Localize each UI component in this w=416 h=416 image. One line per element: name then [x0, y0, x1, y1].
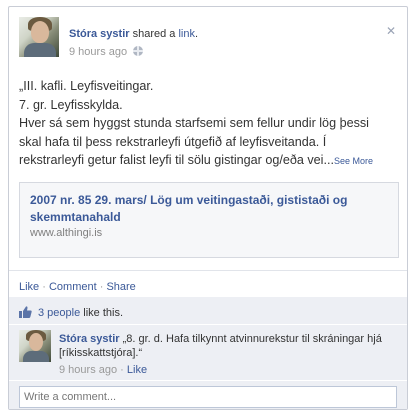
commenter-name-link[interactable]: Stóra systir [59, 333, 120, 345]
separator: · [39, 281, 49, 293]
likes-suffix: like this. [80, 307, 124, 319]
divider [9, 270, 407, 271]
message-line: rekstrarleyfi getur falist leyfi til söl… [19, 153, 374, 167]
attachment-title-link[interactable]: 2007 nr. 85 29. mars/ Lög um veitingasta… [30, 192, 380, 226]
likers-link[interactable]: 3 people [38, 307, 80, 319]
action-end: . [194, 28, 199, 40]
feedback-section: 3 people like this. Stóra systir „8. gr.… [9, 297, 407, 409]
story-card: Stóra systir shared a link. 9 hours ago … [8, 6, 408, 410]
thumbs-up-icon [19, 306, 32, 318]
comment-input[interactable] [20, 387, 396, 407]
divider [9, 324, 407, 325]
post-message: „III. kafli. Leyfisveitingar. 7. gr. Ley… [19, 77, 399, 171]
story-meta: 9 hours ago [69, 46, 144, 58]
author-name-link[interactable]: Stóra systir [69, 28, 130, 40]
comment-item: Stóra systir „8. gr. d. Hafa tilkynnt at… [19, 330, 397, 376]
author-avatar[interactable] [19, 17, 59, 57]
attachment-url: www.althingi.is [30, 227, 103, 239]
likes-summary: 3 people like this. [19, 306, 123, 322]
story-actions: Like · Comment · Share [19, 281, 136, 293]
close-icon[interactable]: ✕ [385, 25, 397, 37]
message-line: Hver sá sem hyggst stunda starfsemi sem … [19, 116, 369, 130]
share-button[interactable]: Share [106, 281, 135, 293]
story-header: Stóra systir shared a link. 9 hours ago … [19, 17, 397, 58]
globe-icon[interactable] [133, 46, 144, 56]
link-attachment[interactable]: 2007 nr. 85 29. mars/ Lög um veitingasta… [19, 182, 399, 258]
shared-link-link[interactable]: link [178, 28, 195, 40]
message-line: skal hafa til þess rekstrarleyfi útgefið… [19, 134, 327, 149]
comment-body: Stóra systir „8. gr. d. Hafa tilkynnt at… [59, 332, 399, 360]
comment-button[interactable]: Comment [49, 281, 97, 293]
comment-meta: 9 hours ago · Like [59, 364, 147, 376]
commenter-avatar[interactable] [19, 330, 51, 362]
like-button[interactable]: Like [19, 281, 39, 293]
comment-like-button[interactable]: Like [127, 364, 147, 376]
message-line: 7. gr. Leyfisskylda. [19, 97, 123, 112]
see-more-link[interactable]: See More [334, 156, 373, 166]
message-line: „III. kafli. Leyfisveitingar. [19, 79, 154, 93]
separator: · [117, 364, 127, 376]
story-headline: Stóra systir shared a link. [69, 28, 198, 40]
divider [9, 380, 407, 381]
separator: · [96, 281, 107, 293]
timestamp-link[interactable]: 9 hours ago [69, 46, 127, 58]
comment-timestamp[interactable]: 9 hours ago [59, 364, 117, 376]
action-text: shared a [129, 28, 179, 40]
comment-composer[interactable] [19, 386, 397, 408]
